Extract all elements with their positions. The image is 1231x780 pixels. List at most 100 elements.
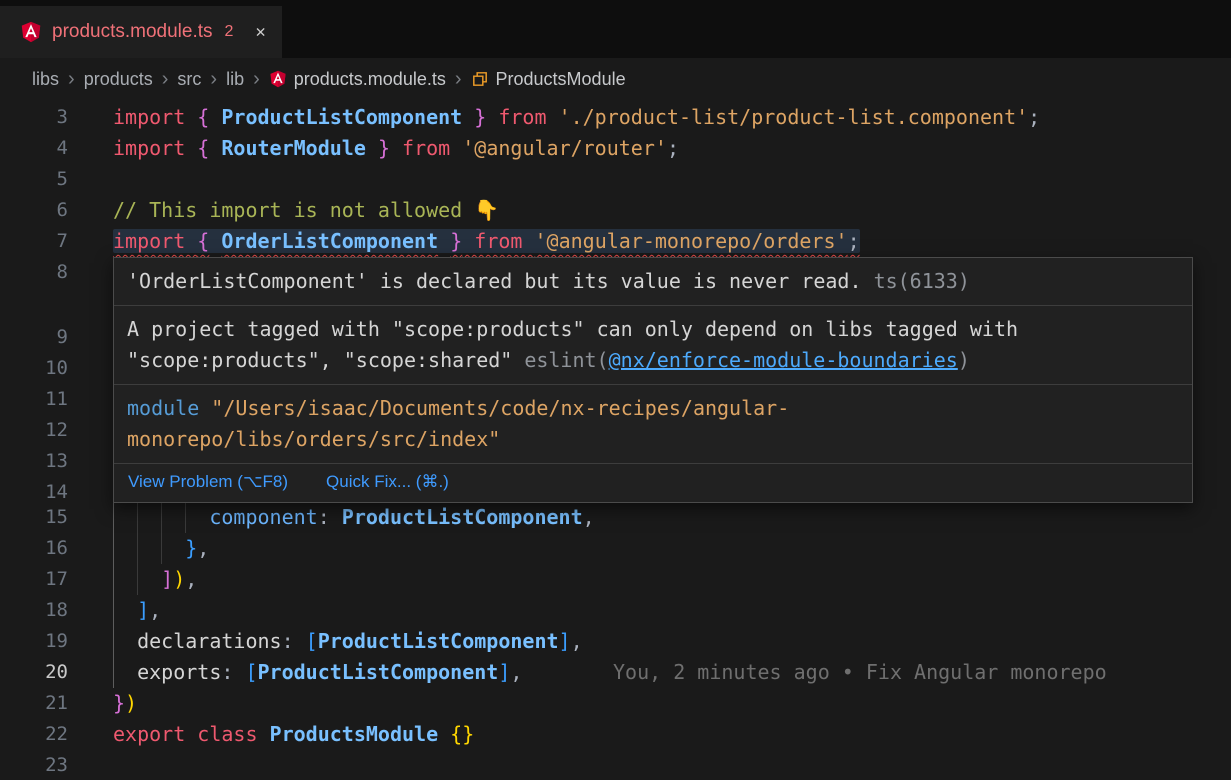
code-token: ProductListComponent — [221, 105, 462, 129]
breadcrumb-item-products-module-ts[interactable]: products.module.ts — [269, 69, 446, 90]
code-token: } — [378, 136, 390, 160]
ts-diagnostic-code: ts(6133) — [874, 269, 970, 293]
line-number[interactable]: 17 — [0, 564, 68, 595]
code-line-21[interactable]: 21}) — [0, 688, 1231, 719]
line-number[interactable]: 9 — [0, 322, 68, 353]
hover-ts-diagnostic: 'OrderListComponent' is declared but its… — [114, 258, 1192, 305]
breadcrumb-item-src[interactable]: src — [177, 69, 201, 90]
line-number[interactable]: 8 — [0, 257, 68, 288]
line-number[interactable]: 10 — [0, 353, 68, 384]
editor-tab-bar: products.module.ts 2 ✕ — [0, 0, 1231, 58]
breadcrumb-label: src — [177, 69, 201, 90]
code-token — [113, 505, 209, 529]
code-token: import — [113, 136, 197, 160]
code-text: import { OrderListComponent } from '@ang… — [113, 226, 860, 257]
code-token — [209, 105, 221, 129]
code-line-17[interactable]: 17 ]), — [0, 564, 1231, 595]
code-token: '@angular/router' — [462, 136, 667, 160]
code-line-18[interactable]: 18 ], — [0, 595, 1231, 626]
eslint-rule-link[interactable]: @nx/enforce-module-boundaries — [609, 348, 958, 372]
line-number[interactable]: 3 — [0, 102, 68, 133]
code-line-16[interactable]: 16 }, — [0, 533, 1231, 564]
breadcrumb-label: products.module.ts — [294, 69, 446, 90]
breadcrumb-label: libs — [32, 69, 59, 90]
line-number[interactable]: 15 — [0, 502, 68, 533]
code-line-3[interactable]: 3import { ProductListComponent } from '.… — [0, 102, 1231, 133]
code-text: component: ProductListComponent, — [113, 502, 595, 533]
tab-close-icon[interactable]: ✕ — [255, 22, 265, 42]
code-line-20[interactable]: 20 exports: [ProductListComponent],You, … — [0, 657, 1231, 688]
code-token: ) — [125, 691, 137, 715]
line-number[interactable]: 13 — [0, 446, 68, 477]
code-line-19[interactable]: 19 declarations: [ProductListComponent], — [0, 626, 1231, 657]
code-token: , — [197, 536, 209, 560]
line-number[interactable]: 5 — [0, 164, 68, 195]
code-line-4[interactable]: 4import { RouterModule } from '@angular/… — [0, 133, 1231, 164]
breadcrumb-label: ProductsModule — [496, 69, 626, 90]
code-token: ] — [498, 660, 510, 684]
code-text: }, — [113, 533, 209, 564]
line-number[interactable]: 20 — [0, 657, 68, 688]
line-number[interactable]: 19 — [0, 626, 68, 657]
code-token: '@angular-monorepo/orders' — [534, 229, 847, 253]
line-number[interactable]: 16 — [0, 533, 68, 564]
eslint-message-tags: "scope:products", "scope:shared" — [127, 348, 512, 372]
code-token: ProductListComponent — [258, 660, 499, 684]
module-path-line-1: "/Users/isaac/Documents/code/nx-recipes/… — [211, 396, 789, 420]
code-token — [113, 598, 137, 622]
line-number[interactable]: 7 — [0, 226, 68, 257]
error-squiggle-highlight: import { OrderListComponent } from '@ang… — [113, 229, 860, 253]
code-line-15[interactable]: 15 component: ProductListComponent, — [0, 502, 1231, 533]
line-number[interactable]: 21 — [0, 688, 68, 719]
line-number[interactable]: 22 — [0, 719, 68, 750]
hover-module-info: module "/Users/isaac/Documents/code/nx-r… — [114, 384, 1192, 463]
code-token: { — [197, 229, 209, 253]
code-text: declarations: [ProductListComponent], — [113, 626, 583, 657]
tab-problems-badge: 2 — [225, 23, 234, 41]
breadcrumb-separator: › — [210, 69, 217, 89]
code-token: ProductListComponent — [342, 505, 583, 529]
code-text: ]), — [113, 564, 197, 595]
line-number[interactable]: 11 — [0, 384, 68, 415]
code-line-7[interactable]: 7 import { OrderListComponent } from '@an… — [0, 226, 1231, 257]
code-line-6[interactable]: 6// This import is not allowed 👇 — [0, 195, 1231, 226]
code-token: RouterModule — [221, 136, 366, 160]
breadcrumb-separator: › — [162, 69, 169, 89]
code-token: } — [113, 691, 125, 715]
code-token: , — [149, 598, 161, 622]
breadcrumb-item-productsmodule[interactable]: ProductsModule — [471, 69, 626, 90]
angular-icon — [20, 21, 42, 43]
line-number[interactable]: 6 — [0, 195, 68, 226]
code-line-5[interactable]: 5 — [0, 164, 1231, 195]
code-token: , — [571, 629, 583, 653]
view-problem-action[interactable]: View Problem (⌥F8) — [128, 472, 288, 492]
code-token: 👇 — [474, 198, 499, 222]
code-token: ProductListComponent — [318, 629, 559, 653]
breadcrumb-item-libs[interactable]: libs — [32, 69, 59, 90]
line-number[interactable]: 18 — [0, 595, 68, 626]
diagnostic-hover-popup: 'OrderListComponent' is declared but its… — [113, 257, 1193, 503]
tab-title: products.module.ts — [52, 21, 213, 43]
code-token — [113, 567, 161, 591]
line-number[interactable]: 23 — [0, 750, 68, 780]
code-line-23[interactable]: 23 — [0, 750, 1231, 780]
code-token: import — [113, 229, 197, 253]
code-line-22[interactable]: 22export class ProductsModule {} — [0, 719, 1231, 750]
breadcrumb-separator: › — [455, 69, 462, 89]
code-token: ] — [161, 567, 173, 591]
code-editor: 'OrderListComponent' is declared but its… — [0, 100, 1231, 780]
code-token: } — [474, 105, 486, 129]
breadcrumb-item-products[interactable]: products — [84, 69, 153, 90]
line-number[interactable]: 4 — [0, 133, 68, 164]
tab-products-module-ts[interactable]: products.module.ts 2 ✕ — [0, 6, 282, 58]
code-token — [438, 722, 450, 746]
quick-fix-action[interactable]: Quick Fix... (⌘.) — [326, 472, 449, 492]
code-token — [209, 229, 221, 253]
line-number[interactable]: 12 — [0, 415, 68, 446]
module-path-line-2: monorepo/libs/orders/src/index" — [127, 427, 500, 451]
breadcrumb-label: products — [84, 69, 153, 90]
code-token: from — [462, 229, 534, 253]
breadcrumb-item-lib[interactable]: lib — [226, 69, 244, 90]
code-token: , — [185, 567, 197, 591]
eslint-message-line-2: "scope:products", "scope:shared"eslint(@… — [127, 345, 1179, 376]
